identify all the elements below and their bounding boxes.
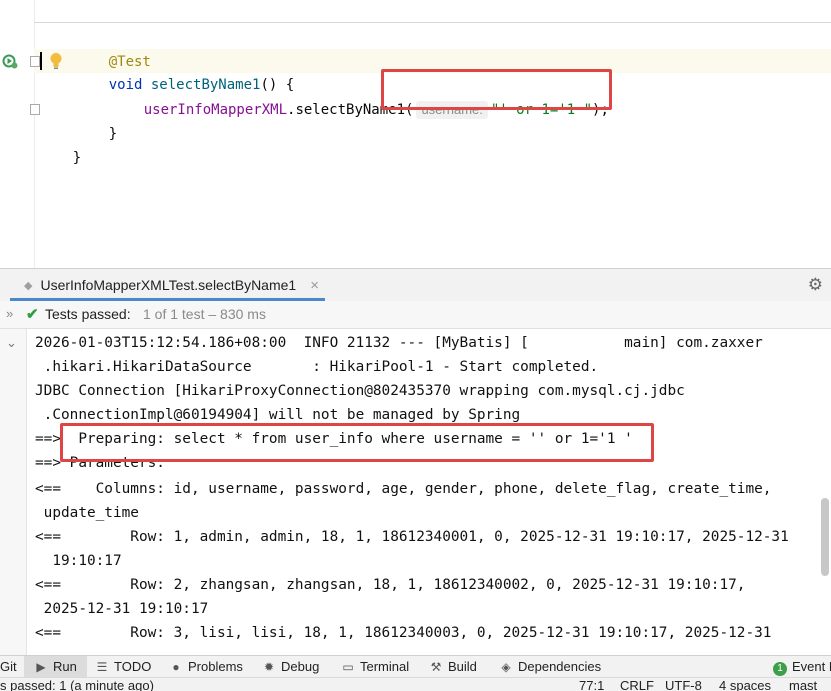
todo-label: TODO (114, 659, 152, 674)
list-icon: ☰ (96, 660, 108, 674)
status-bar: s passed: 1 (a minute ago) 77:1 CRLF UTF… (0, 677, 831, 691)
console-gutter: ⌄ (0, 329, 27, 655)
layers-icon: ◈ (501, 660, 511, 674)
bug-icon: ✹ (263, 660, 275, 674)
event-badge-icon: 1 (773, 662, 787, 676)
terminal-tool-button[interactable]: ▭ Terminal (341, 656, 409, 678)
play-icon: ▶ (36, 660, 46, 674)
test-run-icon: ◆ (24, 280, 33, 292)
editor-gutter (0, 0, 35, 268)
console-line: <== Row: 3, lisi, lisi, 18, 1, 186123400… (35, 625, 772, 641)
check-icon: ✔ (26, 306, 39, 323)
run-tool-button[interactable]: ▶ Run (24, 656, 87, 678)
run-tool-window-header: ◆ UserInfoMapperXMLTest.selectByName1 × (0, 268, 831, 302)
closing-brace: } (108, 126, 118, 142)
console-line: <== Row: 1, admin, admin, 18, 1, 1861234… (35, 529, 789, 545)
console-line: 19:10:17 (35, 553, 122, 569)
debug-tool-button[interactable]: ✹ Debug (262, 656, 319, 678)
code-line-close-method: } (75, 98, 117, 170)
highlight-box-argument (381, 69, 612, 110)
console-line: 2026-01-03T15:12:54.186+08:00 INFO 21132… (35, 335, 763, 351)
status-message[interactable]: s passed: 1 (a minute ago) (0, 679, 154, 691)
fold-marker-icon[interactable] (30, 104, 40, 115)
debug-label: Debug (281, 659, 320, 674)
closing-brace: } (72, 150, 82, 166)
fold-marker-icon[interactable] (30, 56, 40, 67)
console-scrollbar[interactable] (821, 498, 829, 576)
run-tab[interactable]: ◆ UserInfoMapperXMLTest.selectByName1 × (10, 275, 325, 301)
run-label: Run (53, 659, 77, 674)
console-line: 2025-12-31 19:10:17 (35, 601, 209, 617)
dependencies-label: Dependencies (518, 659, 602, 674)
dependencies-tool-button[interactable]: ◈ Dependencies (499, 656, 601, 678)
code-line-close-class: } (39, 122, 81, 194)
run-tab-label: UserInfoMapperXMLTest.selectByName1 (40, 277, 297, 293)
problems-icon: ● (172, 660, 180, 674)
line-separator[interactable]: CRLF (620, 679, 654, 691)
indent-setting[interactable]: 4 spaces (719, 679, 771, 691)
intention-bulb-icon[interactable] (49, 52, 63, 70)
highlight-box-sql (60, 423, 654, 462)
field-token: userInfoMapperXML (143, 102, 288, 118)
close-icon[interactable]: × (310, 277, 319, 294)
terminal-icon: ▭ (342, 660, 354, 674)
event-log-label: Event L (792, 659, 831, 674)
console-line: <== Row: 2, zhangsan, zhangsan, 18, 1, 1… (35, 577, 746, 593)
console-output[interactable]: ⌄ 2026-01-03T15:12:54.186+08:00 INFO 211… (0, 329, 831, 655)
text-caret (40, 52, 42, 70)
vcs-branch[interactable]: mast (789, 679, 817, 691)
tests-passed-label: Tests passed: (45, 306, 131, 322)
terminal-label: Terminal (360, 659, 410, 674)
console-line: JDBC Connection [HikariProxyConnection@8… (35, 383, 685, 399)
console-line: .hikari.HikariDataSource : HikariPool-1 … (35, 359, 599, 375)
gear-icon[interactable]: ⚙ (808, 275, 823, 295)
tests-passed-detail: 1 of 1 test – 830 ms (143, 306, 266, 322)
event-log-tool-button[interactable]: 1 Event L (773, 656, 831, 678)
expand-chevron-icon[interactable]: » (6, 306, 13, 321)
problems-tool-button[interactable]: ● Problems (169, 656, 243, 678)
editor-divider (34, 22, 831, 23)
code-editor[interactable]: @Test void selectByName1() { userInfoMap… (0, 0, 831, 268)
console-line: update_time (35, 505, 139, 521)
test-status-row: » ✔ Tests passed: 1 of 1 test – 830 ms (0, 301, 831, 329)
problems-label: Problems (188, 659, 243, 674)
build-label: Build (448, 659, 477, 674)
console-line: <== Columns: id, username, password, age… (35, 481, 772, 497)
run-test-gutter-icon[interactable] (2, 53, 18, 69)
file-encoding[interactable]: UTF-8 (665, 679, 702, 691)
chevron-down-icon[interactable]: ⌄ (6, 335, 17, 351)
hammer-icon: ⚒ (430, 660, 442, 674)
build-tool-button[interactable]: ⚒ Build (429, 656, 477, 678)
todo-tool-button[interactable]: ☰ TODO (95, 656, 152, 678)
git-tool-button[interactable]: Git (0, 656, 17, 678)
git-label: Git (0, 659, 17, 674)
tool-window-bar: Git ▶ Run ☰ TODO ● Problems ✹ Debug ▭ Termina… (0, 655, 831, 678)
caret-position[interactable]: 77:1 (579, 679, 604, 691)
